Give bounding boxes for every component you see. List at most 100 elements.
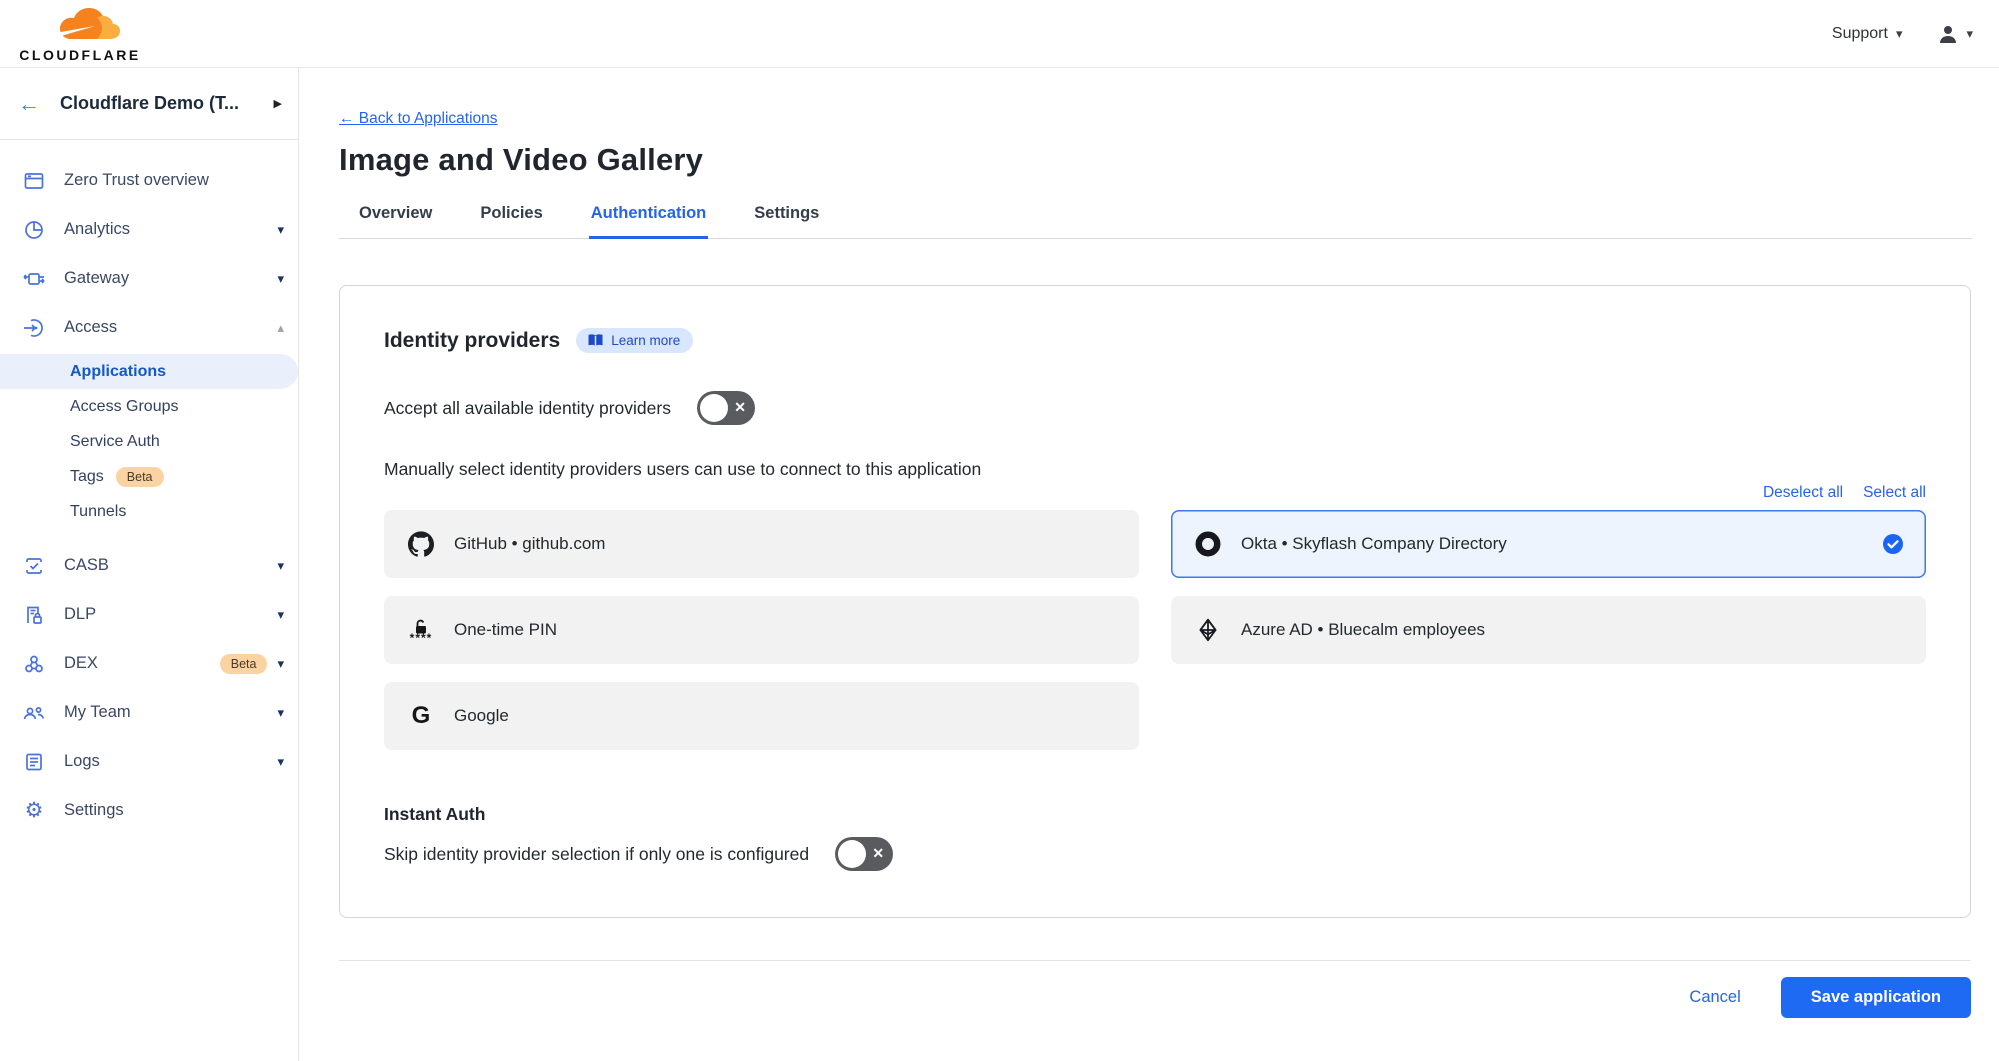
chevron-down-icon: ▾ (1966, 27, 1973, 40)
instant-auth-row: Skip identity provider selection if only… (384, 837, 1926, 871)
beta-badge: Beta (116, 467, 164, 487)
card-header: Identity providers Learn more (384, 328, 1926, 353)
sidebar-item-gateway[interactable]: Gateway ▾ (0, 254, 298, 303)
cancel-button[interactable]: Cancel (1689, 988, 1740, 1007)
sidebar-item-dex[interactable]: DEX Beta ▾ (0, 639, 298, 688)
sidebar-item-label: Settings (64, 801, 284, 820)
gateway-icon (22, 267, 46, 291)
deselect-all-link[interactable]: Deselect all (1763, 484, 1843, 502)
footer-actions: Cancel Save application (339, 977, 1971, 1018)
main-content: ← Back to Applications Image and Video G… (299, 68, 1999, 1061)
gear-icon: ⚙ (22, 799, 46, 823)
chevron-down-icon: ▾ (277, 272, 284, 285)
sidebar-item-dlp[interactable]: DLP ▾ (0, 590, 298, 639)
toggle-off-icon: ✕ (734, 399, 746, 416)
sidebar-item-logs[interactable]: Logs ▾ (0, 737, 298, 786)
accept-all-toggle[interactable]: ✕ (697, 391, 755, 425)
sidebar-item-casb[interactable]: CASB ▾ (0, 541, 298, 590)
page-title: Image and Video Gallery (339, 142, 1972, 178)
people-icon (22, 701, 46, 725)
logo-wordmark: CLOUDFLARE (19, 47, 140, 63)
footer-divider (339, 960, 1971, 961)
document-lock-icon (22, 603, 46, 627)
learn-more-badge[interactable]: Learn more (576, 328, 693, 353)
casb-icon (22, 554, 46, 578)
back-arrow-icon[interactable]: ← (18, 93, 40, 115)
sidebar-item-label: Access Groups (70, 398, 178, 416)
tab-overview[interactable]: Overview (357, 204, 434, 239)
sidebar-item-my-team[interactable]: My Team ▾ (0, 688, 298, 737)
support-label: Support (1832, 25, 1888, 43)
top-bar: CLOUDFLARE Support ▾ ▾ (0, 0, 1999, 68)
provider-tile-github[interactable]: GitHub • github.com (384, 510, 1139, 578)
sidebar-item-applications[interactable]: Applications (0, 354, 298, 389)
sidebar-item-settings[interactable]: ⚙ Settings (0, 786, 298, 835)
provider-tile-okta[interactable]: Okta • Skyflash Company Directory (1171, 510, 1926, 578)
cloudflare-cloud-icon (37, 5, 123, 49)
github-icon (408, 531, 434, 557)
google-icon: G (408, 704, 434, 728)
sidebar-item-zero-trust-overview[interactable]: Zero Trust overview (0, 156, 298, 205)
learn-more-label: Learn more (611, 333, 680, 348)
sidebar-item-label: Applications (70, 363, 166, 381)
sidebar-item-label: Gateway (64, 269, 277, 288)
chevron-down-icon: ▾ (277, 608, 284, 621)
chevron-down-icon: ▾ (277, 223, 284, 236)
sidebar-item-access[interactable]: Access ▴ (0, 303, 298, 352)
sidebar-item-label: Tunnels (70, 503, 126, 521)
cloudflare-logo[interactable]: CLOUDFLARE (18, 5, 142, 63)
save-application-button[interactable]: Save application (1781, 977, 1971, 1018)
chevron-down-icon: ▾ (277, 559, 284, 572)
tab-authentication[interactable]: Authentication (589, 204, 709, 239)
sidebar-item-label: My Team (64, 703, 277, 722)
card-title: Identity providers (384, 329, 560, 353)
sidebar-item-tags[interactable]: Tags Beta (0, 459, 298, 494)
chevron-down-icon: ▾ (277, 706, 284, 719)
accept-all-row: Accept all available identity providers … (384, 391, 1926, 425)
access-icon (22, 316, 46, 340)
provider-name: Google (454, 706, 1117, 726)
sidebar-item-label: CASB (64, 556, 277, 575)
sidebar-item-access-groups[interactable]: Access Groups (0, 389, 298, 424)
provider-name: One-time PIN (454, 620, 1117, 640)
sidebar-item-label: Logs (64, 752, 277, 771)
accept-all-label: Accept all available identity providers (384, 398, 671, 419)
topbar-right: Support ▾ ▾ (1832, 22, 1973, 46)
user-menu[interactable]: ▾ (1936, 22, 1973, 46)
one-time-pin-icon: **** (408, 619, 434, 641)
select-all-link[interactable]: Select all (1863, 484, 1926, 502)
toggle-knob (700, 394, 728, 422)
book-icon (587, 333, 604, 348)
chevron-right-icon[interactable]: ▶ (274, 97, 282, 110)
toggle-off-icon: ✕ (872, 845, 884, 862)
sidebar-item-label: DEX (64, 654, 208, 673)
sidebar-nav: Zero Trust overview Analytics ▾ Gateway … (0, 140, 298, 835)
provider-tile-azure-ad[interactable]: Azure AD • Bluecalm employees (1171, 596, 1926, 664)
back-to-applications-link[interactable]: ← Back to Applications (339, 110, 498, 128)
toggle-knob (838, 840, 866, 868)
log-list-icon (22, 750, 46, 774)
tab-policies[interactable]: Policies (478, 204, 544, 239)
window-icon (22, 169, 46, 193)
chevron-up-icon: ▴ (277, 321, 284, 334)
sidebar: ← Cloudflare Demo (T... ▶ Zero Trust ove… (0, 68, 299, 1061)
provider-name: GitHub • github.com (454, 534, 1117, 554)
sidebar-item-label: DLP (64, 605, 277, 624)
tab-settings[interactable]: Settings (752, 204, 821, 239)
chevron-down-icon: ▾ (1896, 27, 1903, 40)
access-submenu: Applications Access Groups Service Auth … (0, 354, 298, 529)
instant-auth-label: Skip identity provider selection if only… (384, 844, 809, 865)
okta-icon (1195, 531, 1221, 557)
sidebar-item-service-auth[interactable]: Service Auth (0, 424, 298, 459)
manual-select-text: Manually select identity providers users… (384, 459, 1926, 480)
sidebar-item-analytics[interactable]: Analytics ▾ (0, 205, 298, 254)
sidebar-item-tunnels[interactable]: Tunnels (0, 494, 298, 529)
instant-auth-toggle[interactable]: ✕ (835, 837, 893, 871)
support-menu[interactable]: Support ▾ (1832, 25, 1903, 43)
provider-tile-one-time-pin[interactable]: **** One-time PIN (384, 596, 1139, 664)
instant-auth-heading: Instant Auth (384, 804, 1926, 825)
provider-grid: GitHub • github.com Okta • Skyflash Comp… (384, 510, 1926, 750)
sidebar-item-label: Tags (70, 468, 104, 486)
sidebar-item-label: Analytics (64, 220, 277, 239)
provider-tile-google[interactable]: G Google (384, 682, 1139, 750)
